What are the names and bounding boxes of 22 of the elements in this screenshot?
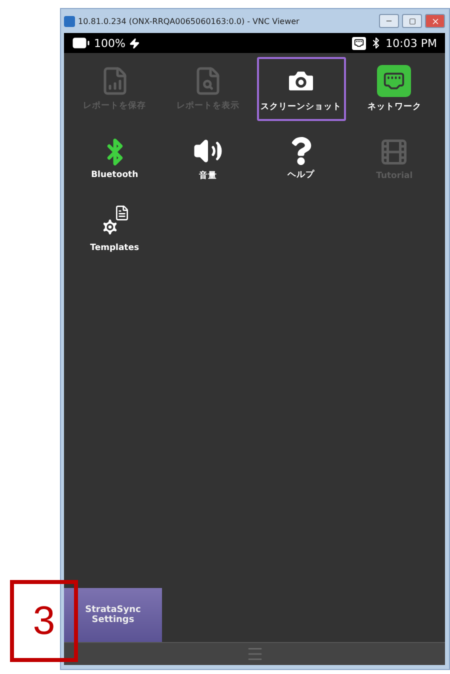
drawer-icon (246, 645, 264, 663)
battery-level: 100% (94, 36, 126, 50)
close-icon (430, 16, 440, 26)
maximize-button[interactable] (402, 14, 422, 28)
app-tile[interactable]: 音量 (163, 127, 252, 191)
app-tile[interactable]: スクリーンショット (256, 57, 346, 121)
stratasync-settings-button[interactable]: StrataSync Settings (64, 588, 162, 642)
app-tile[interactable]: Templates (70, 197, 160, 261)
ethernet-port-icon (377, 65, 412, 97)
app-icon (64, 16, 75, 26)
close-button[interactable] (425, 14, 445, 28)
callout-number: 3 (10, 580, 78, 662)
ethernet-icon (352, 36, 366, 50)
minimize-button[interactable] (379, 14, 399, 28)
maximize-icon (408, 18, 416, 24)
film-icon (379, 137, 410, 167)
app-tile[interactable]: ネットワーク (350, 57, 439, 121)
charging-icon (129, 38, 140, 48)
clock: 10:03 PM (386, 36, 437, 50)
window-title: 10.81.0.234 (ONX-RRQA0065060163:0.0) - VNC Viewer (78, 16, 300, 26)
app-tile[interactable]: Bluetooth (70, 127, 160, 191)
app-tile[interactable]: ヘルプ (256, 127, 346, 191)
